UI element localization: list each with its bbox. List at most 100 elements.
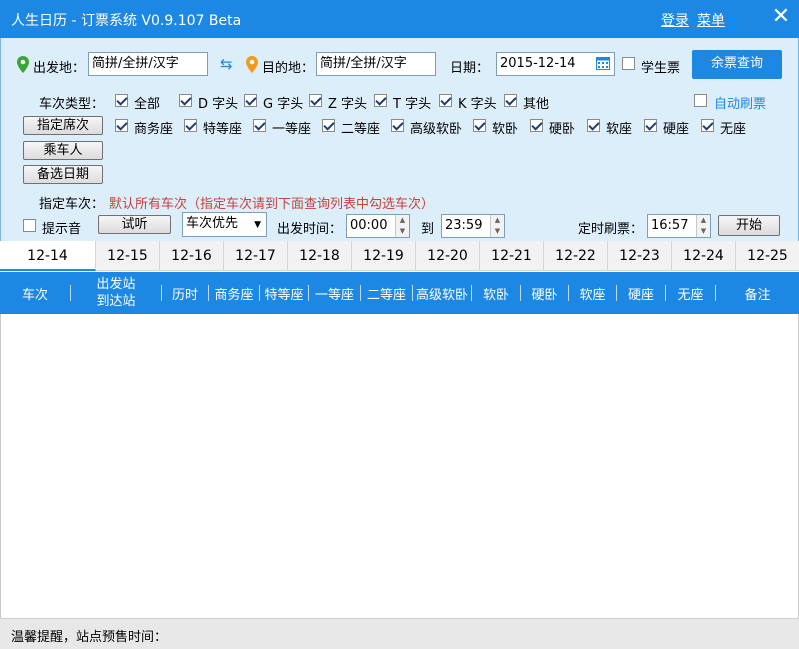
seat-standing-label: 无座 (720, 122, 747, 137)
depart-time-to-input[interactable]: 23:59 ▲ ▼ (441, 214, 505, 238)
sound-alert-label: 提示音 (42, 222, 82, 237)
location-pin-icon (246, 56, 258, 73)
student-ticket-label: 学生票 (641, 61, 681, 76)
priority-select[interactable]: 车次优先 ▼ (182, 212, 267, 237)
column-header-second-class[interactable]: 二等座 (361, 272, 412, 314)
timer-refresh-value: 16:57 (651, 218, 689, 233)
time-spinner-icon[interactable]: ▲ ▼ (490, 215, 504, 237)
listen-button[interactable]: 试听 (98, 215, 171, 234)
student-ticket-checkbox[interactable] (622, 57, 635, 70)
date-tab[interactable]: 12-24 (672, 241, 736, 271)
column-header-hard-sleeper[interactable]: 硬卧 (521, 272, 568, 314)
passenger-button[interactable]: 乘车人 (23, 141, 103, 160)
seat-first-class-checkbox[interactable] (253, 119, 266, 132)
assign-train-hint: 默认所有车次（指定车次请到下面查询列表中勾选车次） (109, 197, 435, 212)
sound-alert-checkbox[interactable] (23, 219, 36, 232)
from-station-input[interactable]: 简拼/全拼/汉字 (88, 52, 208, 76)
date-tab[interactable]: 12-21 (480, 241, 544, 271)
date-label: 日期： (450, 61, 490, 76)
seat-premium-checkbox[interactable] (184, 119, 197, 132)
seat-business-checkbox[interactable] (115, 119, 128, 132)
column-header-standing[interactable]: 无座 (666, 272, 715, 314)
date-tab-bar: 12-14 12-15 12-16 12-17 12-18 12-19 12-2… (0, 241, 799, 271)
date-tab[interactable]: 12-16 (160, 241, 224, 271)
menu-link[interactable]: 菜单 (697, 10, 725, 30)
depart-time-from-value: 00:00 (350, 218, 388, 233)
date-tab[interactable]: 12-19 (352, 241, 416, 271)
calendar-icon[interactable] (596, 56, 610, 70)
priority-value: 车次优先 (186, 216, 239, 231)
date-value: 2015-12-14 (500, 56, 576, 71)
seat-second-class-label: 二等座 (341, 122, 381, 137)
date-tab[interactable]: 12-23 (608, 241, 672, 271)
search-panel: 出发地： 简拼/全拼/汉字 ⇆ 目的地： 简拼/全拼/汉字 日期： 2015-1… (0, 38, 799, 241)
login-link[interactable]: 登录 (661, 10, 689, 30)
train-type-all-label: 全部 (134, 97, 161, 112)
timer-refresh-input[interactable]: 16:57 ▲ ▼ (647, 214, 711, 238)
auto-refresh-checkbox[interactable] (694, 94, 707, 107)
depart-time-from-input[interactable]: 00:00 ▲ ▼ (346, 214, 410, 238)
seat-business-label: 商务座 (134, 122, 174, 137)
train-type-z-label: Z 字头 (328, 97, 368, 112)
column-header-duration[interactable]: 历时 (162, 272, 208, 314)
results-table-body[interactable] (0, 314, 799, 618)
assign-seat-button[interactable]: 指定席次 (23, 116, 103, 135)
train-type-z-checkbox[interactable] (309, 94, 322, 107)
window-title: 人生日历 - 订票系统 V0.9.107 Beta (11, 13, 242, 29)
auto-refresh-label[interactable]: 自动刷票 (714, 93, 766, 112)
seat-soft-sleeper-checkbox[interactable] (473, 119, 486, 132)
to-station-input[interactable]: 简拼/全拼/汉字 (316, 52, 436, 76)
column-header-business[interactable]: 商务座 (209, 272, 259, 314)
column-header-soft-seat[interactable]: 软座 (569, 272, 616, 314)
date-tab[interactable]: 12-25 (736, 241, 799, 271)
assign-train-label: 指定车次： (39, 197, 105, 212)
title-bar: 人生日历 - 订票系统 V0.9.107 Beta 登录 菜单 ✕ (0, 0, 799, 38)
to-label: 目的地： (262, 61, 315, 76)
column-header-soft-sleeper[interactable]: 软卧 (472, 272, 520, 314)
alternate-date-button[interactable]: 备选日期 (23, 165, 103, 184)
seat-deluxe-sleeper-checkbox[interactable] (391, 119, 404, 132)
date-tab[interactable]: 12-14 (0, 241, 96, 271)
seat-soft-sleeper-label: 软卧 (492, 122, 519, 137)
time-spinner-icon[interactable]: ▲ ▼ (696, 215, 710, 237)
close-icon[interactable]: ✕ (770, 4, 792, 30)
seat-second-class-checkbox[interactable] (322, 119, 335, 132)
ticket-query-button[interactable]: 余票查询 (692, 50, 782, 79)
swap-icon[interactable]: ⇆ (220, 55, 233, 73)
seat-soft-seat-checkbox[interactable] (587, 119, 600, 132)
seat-hard-sleeper-label: 硬卧 (549, 122, 576, 137)
seat-standing-checkbox[interactable] (701, 119, 714, 132)
column-header-train[interactable]: 车次 (0, 272, 70, 314)
train-type-other-checkbox[interactable] (504, 94, 517, 107)
column-header-first-class[interactable]: 一等座 (309, 272, 360, 314)
column-header-deluxe-sleeper[interactable]: 高级软卧 (413, 272, 471, 314)
column-header-stations[interactable]: 出发站 到达站 (71, 272, 161, 314)
results-table-header: 车次 出发站 到达站 历时 商务座 特等座 一等座 二等座 高级软卧 软卧 硬卧 … (0, 272, 799, 314)
seat-hard-seat-checkbox[interactable] (644, 119, 657, 132)
train-type-k-checkbox[interactable] (439, 94, 452, 107)
date-tab[interactable]: 12-20 (416, 241, 480, 271)
train-type-g-checkbox[interactable] (244, 94, 257, 107)
train-type-d-checkbox[interactable] (179, 94, 192, 107)
status-bar: 温馨提醒，站点预售时间： (0, 618, 799, 649)
train-type-k-label: K 字头 (458, 97, 497, 112)
date-tab[interactable]: 12-22 (544, 241, 608, 271)
seat-hard-seat-label: 硬座 (663, 122, 690, 137)
column-header-remarks[interactable]: 备注 (716, 272, 799, 314)
start-button[interactable]: 开始 (718, 215, 780, 236)
date-tab[interactable]: 12-15 (96, 241, 160, 271)
train-type-t-checkbox[interactable] (374, 94, 387, 107)
from-label: 出发地： (33, 61, 86, 76)
location-pin-icon (17, 56, 29, 73)
seat-premium-label: 特等座 (203, 122, 243, 137)
train-type-all-checkbox[interactable] (115, 94, 128, 107)
train-type-other-label: 其他 (523, 97, 550, 112)
column-header-premium[interactable]: 特等座 (260, 272, 308, 314)
seat-hard-sleeper-checkbox[interactable] (530, 119, 543, 132)
date-tab[interactable]: 12-18 (288, 241, 352, 271)
seat-deluxe-sleeper-label: 高级软卧 (410, 122, 463, 137)
column-header-hard-seat[interactable]: 硬座 (617, 272, 665, 314)
date-tab[interactable]: 12-17 (224, 241, 288, 271)
time-spinner-icon[interactable]: ▲ ▼ (395, 215, 409, 237)
depart-time-label: 出发时间： (277, 222, 343, 237)
